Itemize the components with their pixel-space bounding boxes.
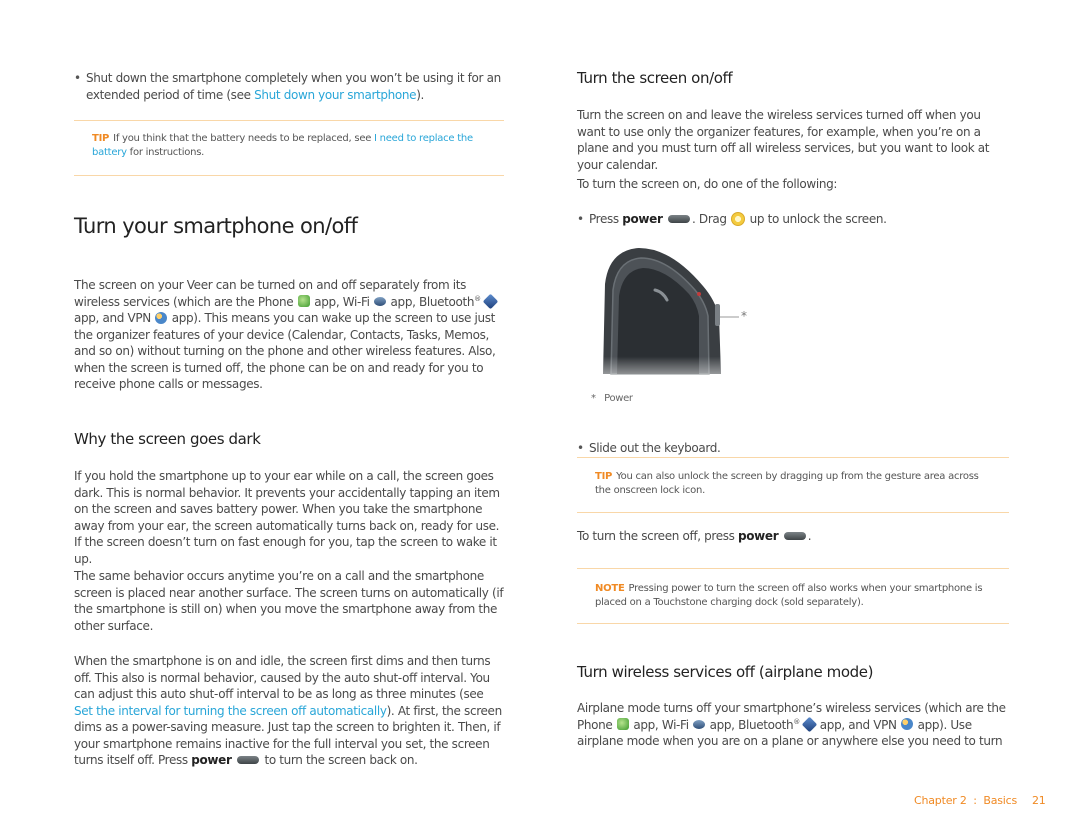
intro-paragraph: The screen on your Veer can be turned on… xyxy=(74,277,504,393)
press-power-bullet: Press power . Drag up to unlock the scre… xyxy=(577,211,1009,228)
wifi-app-icon xyxy=(693,719,706,729)
bluetooth-app-icon xyxy=(482,293,499,309)
vpn-app-icon xyxy=(155,311,168,324)
unlock-icon xyxy=(731,211,746,226)
phone-app-icon xyxy=(616,718,629,730)
screen-onoff-paragraph-2: To turn the screen on, do one of the fol… xyxy=(577,177,838,191)
note-label: NOTE xyxy=(595,583,625,594)
slide-keyboard-bullet: Slide out the keyboard. xyxy=(577,440,1009,457)
right-column: Turn the screen on/off Turn the screen o… xyxy=(577,0,1009,748)
footer-chapter: Chapter 2 : Basics xyxy=(914,794,1018,807)
wifi-app-icon xyxy=(374,296,387,306)
phone-app-icon xyxy=(297,295,310,307)
figure-caption: * Power xyxy=(591,393,633,404)
page-number: 21 xyxy=(1032,794,1046,807)
power-button-icon xyxy=(237,755,259,764)
turn-off-instruction: To turn the screen off, press power . xyxy=(577,529,812,543)
phone-illustration xyxy=(591,244,751,394)
screen-dark-paragraph-2: The same behavior occurs anytime you’re … xyxy=(74,569,504,633)
section-title-screen-onoff: Turn the screen on/off xyxy=(577,69,733,87)
figure-callout-marker: * xyxy=(741,309,747,323)
subsection-title-screen-dark: Why the screen goes dark xyxy=(74,430,261,448)
shut-down-link[interactable]: Shut down your smartphone xyxy=(254,88,416,102)
tip-label: TIP xyxy=(92,133,110,144)
airplane-mode-paragraph: Airplane mode turns off your smartphone’… xyxy=(577,701,1006,748)
phone-power-figure: * xyxy=(591,244,751,394)
subsection-title-airplane-mode: Turn wireless services off (airplane mod… xyxy=(577,663,874,681)
power-button-icon xyxy=(668,214,690,223)
set-interval-link[interactable]: Set the interval for turning the screen … xyxy=(74,704,387,718)
tip-callout-battery: TIP If you think that the battery needs t… xyxy=(74,120,504,176)
power-button-icon xyxy=(783,531,806,540)
screen-dark-paragraph-3: When the smartphone is on and idle, the … xyxy=(74,654,502,767)
screen-onoff-paragraph-1: Turn the screen on and leave the wireles… xyxy=(577,108,990,172)
tip-callout-unlock: TIP You can also unlock the screen by dra… xyxy=(577,457,1009,513)
tip-label: TIP xyxy=(595,471,613,482)
shutdown-bullet: Shut down the smartphone completely when… xyxy=(74,70,504,103)
note-callout-touchstone: NOTE Pressing power to turn the screen of… xyxy=(577,568,1009,624)
left-column: Shut down the smartphone completely when… xyxy=(74,0,504,767)
section-title-turn-smartphone: Turn your smartphone on/off xyxy=(74,214,358,238)
vpn-app-icon xyxy=(901,718,914,730)
screen-dark-paragraph-1: If you hold the smartphone up to your ea… xyxy=(74,469,500,566)
